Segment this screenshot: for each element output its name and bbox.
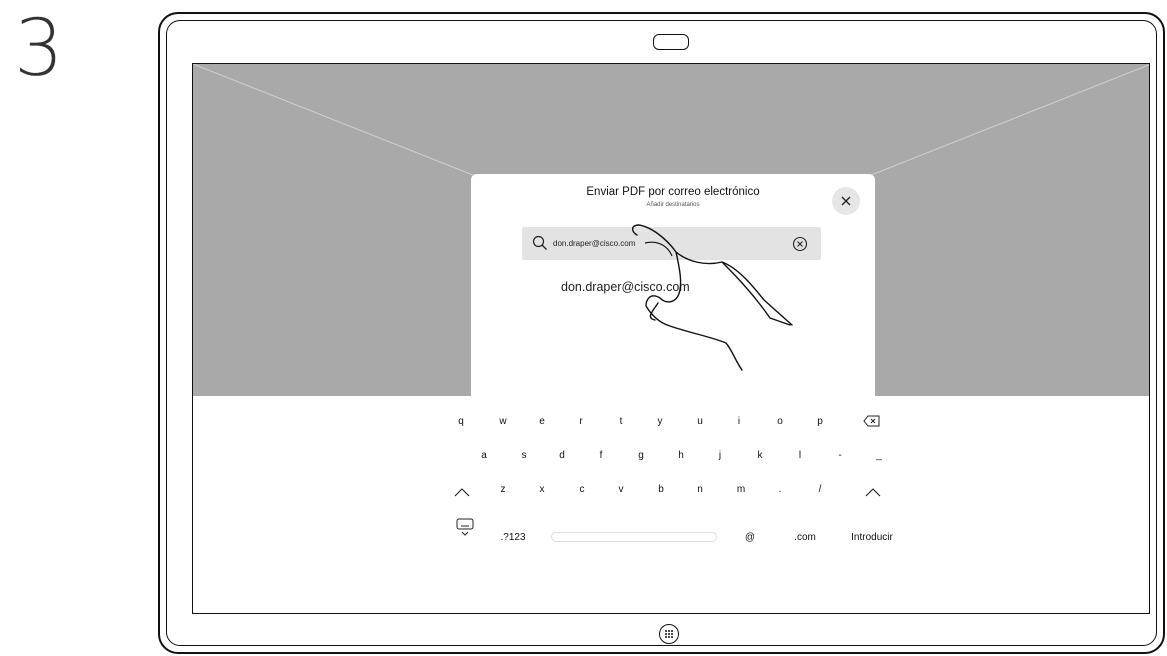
device-frame: Enviar PDF por correo electrónico Añadir… bbox=[158, 12, 1165, 654]
key-at[interactable]: @ bbox=[745, 532, 755, 543]
key-dash[interactable]: - bbox=[838, 450, 841, 461]
recipient-search-input[interactable]: don.draper@cisco.com bbox=[522, 227, 821, 260]
key-j[interactable]: j bbox=[719, 450, 721, 461]
key-p[interactable]: p bbox=[817, 416, 823, 427]
key-u[interactable]: u bbox=[697, 416, 703, 427]
home-grid-icon bbox=[665, 630, 673, 638]
key-w[interactable]: w bbox=[499, 416, 506, 427]
on-screen-keyboard: q w e r t y u i o p a s d f g h j k l - … bbox=[193, 396, 1149, 613]
dialog-title: Enviar PDF por correo electrónico bbox=[586, 186, 760, 198]
key-t[interactable]: t bbox=[620, 416, 623, 427]
key-o[interactable]: o bbox=[777, 416, 783, 427]
numbers-key[interactable]: .?123 bbox=[500, 532, 525, 543]
clear-circle-icon[interactable] bbox=[792, 236, 808, 252]
search-value: don.draper@cisco.com bbox=[553, 239, 636, 248]
enter-key[interactable]: Introducir bbox=[851, 532, 893, 543]
camera-icon bbox=[653, 34, 689, 50]
shift-icon[interactable] bbox=[864, 486, 882, 498]
email-pdf-dialog: Enviar PDF por correo electrónico Añadir… bbox=[471, 174, 875, 404]
home-button[interactable] bbox=[659, 624, 679, 644]
key-l[interactable]: l bbox=[799, 450, 801, 461]
key-a[interactable]: a bbox=[481, 450, 487, 461]
key-e[interactable]: e bbox=[539, 416, 545, 427]
key-y[interactable]: y bbox=[658, 416, 663, 427]
dialog-subtitle: Añadir destinatarios bbox=[646, 202, 700, 208]
step-number: 3 bbox=[14, 4, 64, 94]
key-v[interactable]: v bbox=[619, 484, 624, 495]
key-m[interactable]: m bbox=[737, 484, 745, 495]
key-q[interactable]: q bbox=[458, 416, 464, 427]
key-n[interactable]: n bbox=[697, 484, 703, 495]
key-h[interactable]: h bbox=[678, 450, 684, 461]
key-c[interactable]: c bbox=[580, 484, 585, 495]
key-slash[interactable]: / bbox=[819, 484, 822, 495]
spacebar[interactable] bbox=[551, 532, 717, 542]
close-icon bbox=[841, 196, 851, 206]
key-dotcom[interactable]: .com bbox=[794, 532, 816, 543]
key-s[interactable]: s bbox=[522, 450, 527, 461]
hide-keyboard-icon[interactable] bbox=[455, 517, 475, 537]
key-x[interactable]: x bbox=[540, 484, 545, 495]
key-g[interactable]: g bbox=[638, 450, 644, 461]
shift-icon[interactable] bbox=[453, 486, 471, 498]
key-d[interactable]: d bbox=[559, 450, 565, 461]
search-icon bbox=[532, 235, 547, 250]
backspace-icon[interactable] bbox=[863, 414, 881, 428]
key-period[interactable]: . bbox=[779, 484, 782, 495]
key-i[interactable]: i bbox=[738, 416, 740, 427]
key-f[interactable]: f bbox=[600, 450, 603, 461]
key-r[interactable]: r bbox=[579, 416, 582, 427]
key-z[interactable]: z bbox=[501, 484, 506, 495]
screen: Enviar PDF por correo electrónico Añadir… bbox=[192, 63, 1150, 614]
key-underscore[interactable]: _ bbox=[876, 450, 882, 461]
close-button[interactable] bbox=[832, 187, 860, 215]
key-k[interactable]: k bbox=[758, 450, 763, 461]
key-b[interactable]: b bbox=[658, 484, 664, 495]
recipient-suggestion[interactable]: don.draper@cisco.com bbox=[561, 280, 690, 294]
